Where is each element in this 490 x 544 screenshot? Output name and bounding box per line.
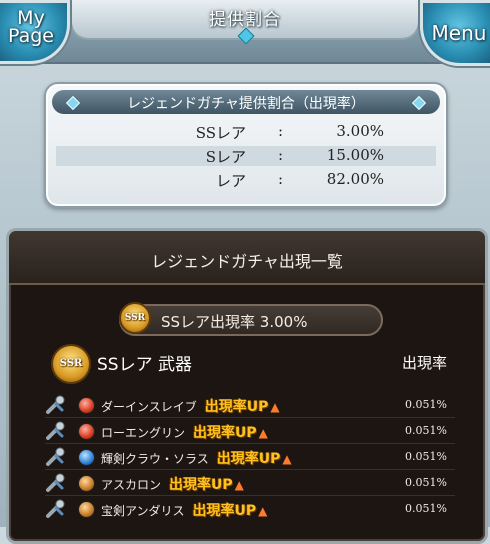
rate-colon: :	[278, 122, 284, 140]
list-title: レジェンドガチャ出現一覧	[151, 252, 343, 271]
list-item[interactable]: 輝剣クラウ・ソラス 出現率UP ▲ 0.051%	[9, 444, 485, 470]
rate-row-sr: Sレア : 15.00%	[56, 146, 436, 166]
list-item[interactable]: ローエングリン 出現率UP ▲ 0.051%	[9, 418, 485, 444]
rate-up-tag: 出現率UP	[216, 451, 281, 467]
my-page-button[interactable]: My Page	[0, 0, 70, 64]
earth-element-icon	[78, 501, 95, 518]
up-arrow-icon: ▲	[270, 400, 280, 414]
item-rate: 0.051%	[405, 424, 447, 437]
item-rate: 0.051%	[405, 450, 447, 463]
ssr-rate-text: SSレア出現率 3.00%	[161, 313, 308, 331]
rate-up-tag: 出現率UP	[192, 503, 257, 519]
rate-value: 3.00%	[336, 122, 384, 140]
item-name-text: ローエングリン	[101, 426, 186, 440]
item-name-text: 宝剣アンダリス	[101, 504, 185, 518]
top-bar: 提供割合 My Page Menu	[0, 0, 490, 66]
rate-column-heading: 出現率	[401, 354, 447, 372]
rate-row-r: レア : 82.00%	[56, 170, 436, 190]
up-arrow-icon: ▲	[282, 452, 292, 466]
up-arrow-icon: ▲	[234, 478, 244, 492]
rate-name: Sレア	[205, 148, 246, 166]
item-name-text: ダーインスレイブ	[101, 400, 197, 414]
rate-up-tag: 出現率UP	[204, 399, 269, 415]
ssr-category-badge-icon: SSR	[51, 344, 91, 384]
water-element-icon	[78, 449, 95, 466]
rate-value: 15.00%	[326, 146, 384, 164]
item-name: 宝剣アンダリス 出現率UP ▲	[101, 500, 267, 520]
rate-colon: :	[278, 146, 284, 164]
list-item[interactable]: アスカロン 出現率UP ▲ 0.051%	[9, 470, 485, 496]
item-name-text: 輝剣クラウ・ソラス	[101, 452, 209, 466]
item-rate: 0.051%	[405, 398, 447, 411]
fire-element-icon	[78, 423, 95, 440]
rate-row-ssr: SSレア : 3.00%	[56, 122, 436, 142]
rate-up-tag: 出現率UP	[193, 425, 257, 441]
wrench-icon	[46, 421, 65, 440]
rate-value: 82.00%	[326, 170, 384, 188]
wrench-icon	[46, 499, 65, 518]
ssr-rate-bar: SSR SSレア出現率 3.00%	[119, 302, 383, 336]
wrench-icon	[46, 395, 65, 414]
item-rate: 0.051%	[405, 502, 447, 515]
rate-up-tag: 出現率UP	[169, 477, 233, 493]
rate-title-bar: レジェンドガチャ提供割合（出現率）	[52, 90, 440, 114]
item-rate: 0.051%	[405, 476, 447, 489]
menu-label: Menu	[431, 21, 487, 45]
category-heading: SSレア 武器	[97, 355, 192, 375]
wrench-icon	[46, 447, 65, 466]
item-name: アスカロン 出現率UP ▲	[101, 474, 244, 494]
rate-name: SSレア	[195, 124, 246, 142]
rate-colon: :	[278, 170, 284, 188]
item-name: ダーインスレイブ 出現率UP ▲	[101, 396, 280, 416]
list-item[interactable]: 宝剣アンダリス 出現率UP ▲ 0.051%	[9, 496, 485, 522]
item-name: 輝剣クラウ・ソラス 出現率UP ▲	[101, 448, 292, 468]
rate-panel-title: レジェンドガチャ提供割合（出現率）	[127, 96, 365, 112]
menu-button[interactable]: Menu	[420, 0, 490, 66]
item-name-text: アスカロン	[101, 478, 162, 492]
ssr-badge-icon: SSR	[119, 302, 151, 334]
wrench-icon	[46, 473, 65, 492]
up-arrow-icon: ▲	[258, 504, 268, 518]
my-page-label-line2: Page	[8, 25, 54, 47]
item-name: ローエングリン 出現率UP ▲	[101, 422, 268, 442]
rate-name: レア	[215, 172, 246, 190]
list-item[interactable]: ダーインスレイブ 出現率UP ▲ 0.051%	[9, 392, 485, 418]
fire-element-icon	[78, 397, 95, 414]
list-header: レジェンドガチャ出現一覧	[9, 231, 485, 285]
earth-element-icon	[78, 475, 95, 492]
appearance-list-panel: レジェンドガチャ出現一覧 SSR SSレア出現率 3.00% SSR SSレア …	[6, 228, 488, 544]
rate-panel: レジェンドガチャ提供割合（出現率） SSレア : 3.00% Sレア : 15.…	[44, 82, 448, 208]
up-arrow-icon: ▲	[258, 426, 268, 440]
page-title: 提供割合	[209, 10, 281, 30]
